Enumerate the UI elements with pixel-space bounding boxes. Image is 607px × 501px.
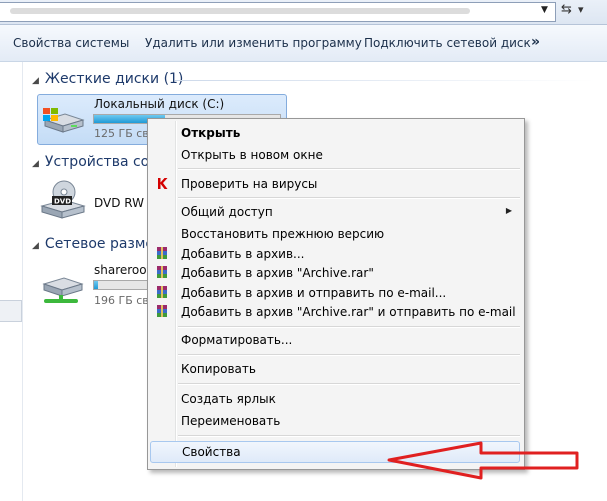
winrar-icon (157, 247, 167, 259)
toolbar-more-button[interactable]: » (531, 34, 540, 50)
group-hard-drives[interactable]: ◢ Жесткие диски (1) (32, 71, 183, 87)
menu-item-share[interactable]: Общий доступ ▶ (150, 202, 520, 222)
map-network-drive-button[interactable]: Подключить сетевой диск (364, 36, 531, 50)
uninstall-program-button[interactable]: Удалить или изменить программу (145, 36, 362, 50)
menu-item-copy[interactable]: Копировать (150, 359, 520, 379)
menu-item-open[interactable]: Открыть (150, 123, 520, 143)
menu-item-create-shortcut[interactable]: Создать ярлык (150, 389, 520, 409)
menu-item-add-archive-rar-email[interactable]: Добавить в архив "Archive.rar" и отправи… (150, 302, 520, 322)
menu-item-format[interactable]: Форматировать... (150, 330, 520, 350)
menu-item-label: Открыть (181, 126, 241, 140)
menu-item-label: Добавить в архив... (181, 247, 305, 261)
navigation-pane (0, 62, 23, 501)
menu-separator (178, 435, 520, 437)
menu-item-label: Проверить на вирусы (181, 177, 318, 191)
menu-item-label: Общий доступ (181, 205, 273, 219)
network-drive-icon (42, 277, 84, 303)
menu-item-scan-virus[interactable]: Проверить на вирусы (150, 174, 520, 194)
chevron-down-icon[interactable]: ▼ (541, 5, 548, 15)
group-network-label: Сетевое разме (44, 236, 155, 252)
drive-network-usage-bar (93, 280, 155, 290)
group-hard-drives-label: Жесткие диски (1) (44, 71, 184, 87)
kaspersky-icon (158, 178, 168, 189)
refresh-icon[interactable]: ⇆ (561, 2, 572, 17)
menu-item-add-archive[interactable]: Добавить в архив... (150, 244, 520, 264)
expand-triangle-icon: ◢ (32, 159, 39, 169)
group-divider (175, 80, 595, 81)
menu-item-label: Создать ярлык (181, 392, 276, 406)
menu-item-label: Добавить в архив "Archive.rar" (181, 266, 374, 280)
drive-local-name: Локальный диск (C:) (94, 97, 225, 111)
winrar-icon (157, 305, 167, 317)
address-field[interactable] (0, 2, 556, 22)
submenu-arrow-icon: ▶ (505, 206, 512, 215)
address-chevron-icon[interactable]: ▾ (578, 3, 584, 16)
command-toolbar: Свойства системы Удалить или изменить пр… (0, 25, 607, 62)
system-properties-button[interactable]: Свойства системы (13, 36, 129, 50)
address-text-blurred (10, 8, 470, 14)
menu-separator (178, 383, 520, 385)
group-removable-devices[interactable]: ◢ Устройства со (32, 154, 149, 170)
drive-network-usage-fill (94, 281, 98, 289)
red-arrow-annotation-icon (387, 441, 579, 480)
winrar-icon (157, 286, 167, 298)
winrar-icon (157, 266, 167, 278)
menu-item-rename[interactable]: Переименовать (150, 411, 520, 431)
menu-item-label: Восстановить прежнюю версию (181, 227, 385, 241)
menu-item-label: Свойства (182, 445, 241, 459)
menu-item-label: Добавить в архив и отправить по e-mail..… (181, 286, 447, 300)
drive-local-size: 125 ГБ св (94, 127, 149, 140)
expand-triangle-icon: ◢ (32, 241, 39, 251)
group-network-locations[interactable]: ◢ Сетевое разме (32, 236, 154, 252)
menu-item-open-new-window[interactable]: Открыть в новом окне (150, 145, 520, 165)
dvd-drive-icon: DVD (40, 180, 86, 219)
menu-separator (178, 326, 520, 328)
menu-item-label: Форматировать... (181, 333, 293, 347)
menu-item-label: Добавить в архив "Archive.rar" и отправи… (181, 305, 516, 319)
menu-item-add-archive-rar[interactable]: Добавить в архив "Archive.rar" (150, 263, 520, 283)
drive-network-name[interactable]: shareroot (94, 263, 151, 277)
menu-separator (178, 168, 520, 170)
address-bar: ▼ ⇆ ▾ (0, 0, 607, 25)
menu-separator (178, 354, 520, 356)
expand-triangle-icon: ◢ (32, 76, 39, 86)
menu-separator (178, 197, 520, 199)
group-removable-label: Устройства со (44, 154, 150, 170)
menu-item-restore-version[interactable]: Восстановить прежнюю версию (150, 224, 520, 244)
context-menu: Открыть Открыть в новом окне Проверить н… (147, 118, 525, 470)
menu-item-add-archive-email[interactable]: Добавить в архив и отправить по e-mail..… (150, 283, 520, 303)
navigation-pane-splitter[interactable] (0, 300, 22, 322)
svg-text:DVD: DVD (54, 198, 71, 206)
menu-item-label: Открыть в новом окне (181, 148, 323, 162)
menu-item-label: Копировать (181, 362, 256, 376)
windows-hdd-icon (43, 108, 85, 133)
menu-item-label: Переименовать (181, 414, 281, 428)
